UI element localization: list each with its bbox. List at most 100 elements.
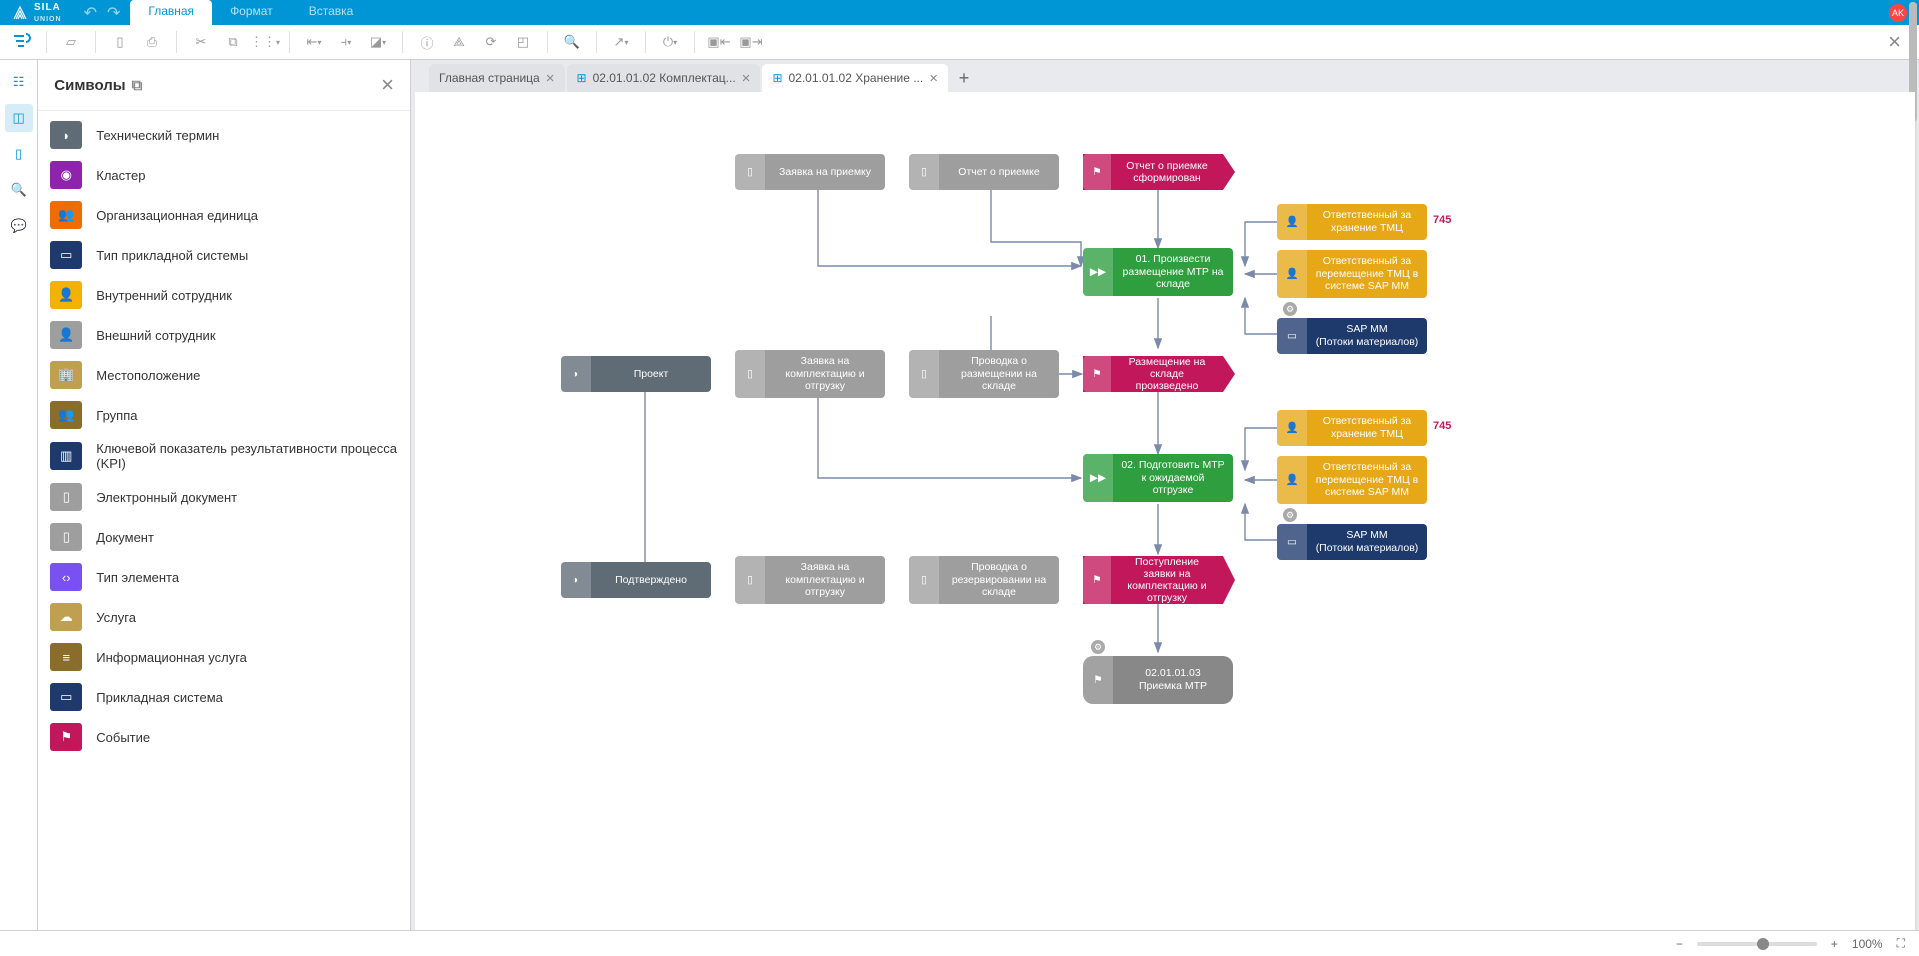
- symbol-glyph-icon: ◗: [50, 121, 82, 149]
- info-icon[interactable]: ⓘ: [413, 28, 441, 56]
- copy-icon[interactable]: ⧉: [219, 28, 247, 56]
- cut-icon[interactable]: ✂: [187, 28, 215, 56]
- page-icon[interactable]: ▯: [106, 28, 134, 56]
- grid-icon[interactable]: ⋮⋮▾: [251, 28, 279, 56]
- symbol-list: ◗Технический термин◉Кластер👥Организацион…: [38, 111, 410, 956]
- symbol-item[interactable]: 👤Внешний сотрудник: [38, 315, 410, 355]
- activity-node[interactable]: ▶▶01. Произвести размещение МТР на склад…: [1083, 248, 1233, 296]
- role-node[interactable]: 👤Ответственный за перемещение ТМЦ в сист…: [1277, 250, 1427, 298]
- doc-node[interactable]: ▯Заявка на приемку: [735, 154, 885, 190]
- activity-node[interactable]: ▶▶02. Подготовить МТР к ожидаемой отгруз…: [1083, 454, 1233, 502]
- symbol-label: Документ: [96, 530, 154, 545]
- symbol-glyph-icon: ▯: [50, 483, 82, 511]
- menu-tab-main[interactable]: Главная: [130, 0, 212, 25]
- term-node[interactable]: ◗Подтверждено: [561, 562, 711, 598]
- symbols-icon[interactable]: ◫: [5, 104, 33, 132]
- doc-icon: ▯: [909, 154, 939, 190]
- symbol-label: Местоположение: [96, 368, 200, 383]
- send-back-icon[interactable]: ◪▾: [364, 28, 392, 56]
- share-icon[interactable]: ↗▾: [607, 28, 635, 56]
- undo-button[interactable]: ↶: [84, 3, 97, 23]
- doc-node[interactable]: ▯Отчет о приемке: [909, 154, 1059, 190]
- sidepanel-close[interactable]: ×: [381, 72, 394, 98]
- menu-tab-format[interactable]: Формат: [212, 0, 291, 25]
- role-node[interactable]: 👤Ответственный за хранение ТМЦ: [1277, 204, 1427, 240]
- symbol-label: Внешний сотрудник: [96, 328, 215, 343]
- close-icon[interactable]: ×: [929, 70, 938, 87]
- doctab-1[interactable]: ⊞ 02.01.01.02 Комплектац... ×: [567, 64, 761, 92]
- symbol-item[interactable]: ▭Прикладная система: [38, 677, 410, 717]
- page-icon[interactable]: ▯: [5, 140, 33, 168]
- symbol-item[interactable]: ≡Информационная услуга: [38, 637, 410, 677]
- symbol-item[interactable]: ▥Ключевой показатель результативности пр…: [38, 435, 410, 477]
- symbol-glyph-icon: ▭: [50, 683, 82, 711]
- symbol-item[interactable]: ‹›Тип элемента: [38, 557, 410, 597]
- comments-icon[interactable]: 💬: [5, 212, 33, 240]
- event-node[interactable]: ⚑Поступление заявки на комплектацию и от…: [1083, 556, 1223, 604]
- symbol-item[interactable]: 👥Организационная единица: [38, 195, 410, 235]
- marker-icon: ⚙: [1283, 302, 1297, 316]
- symbol-item[interactable]: ⚑Событие: [38, 717, 410, 757]
- align-left-icon[interactable]: ⇤▾: [300, 28, 328, 56]
- symbol-item[interactable]: 🏢Местоположение: [38, 355, 410, 395]
- symbol-label: Кластер: [96, 168, 145, 183]
- search-icon[interactable]: 🔍: [558, 28, 586, 56]
- open-icon[interactable]: ▱: [57, 28, 85, 56]
- popout-icon[interactable]: ⧉: [132, 77, 143, 94]
- brand-subtext: UNION: [34, 16, 62, 23]
- close-icon[interactable]: ×: [742, 70, 751, 87]
- user-avatar[interactable]: AK: [1889, 4, 1907, 22]
- ribbon-close[interactable]: ×: [1878, 29, 1911, 55]
- add-tab-button[interactable]: +: [950, 64, 978, 92]
- sendtoback-icon[interactable]: ▣⇤: [705, 28, 733, 56]
- redo-button[interactable]: ↷: [107, 3, 120, 23]
- doc-node[interactable]: ▯Заявка на комплектацию и отгрузку: [735, 350, 885, 398]
- system-node[interactable]: ▭SAP MM (Потоки материалов): [1277, 524, 1427, 560]
- filter-icon[interactable]: [8, 28, 36, 56]
- symbol-item[interactable]: ☁Услуга: [38, 597, 410, 637]
- symbol-item[interactable]: ▯Документ: [38, 517, 410, 557]
- symbol-item[interactable]: ◗Технический термин: [38, 115, 410, 155]
- screen-icon: ▭: [1277, 318, 1307, 354]
- symbol-item[interactable]: ▭Тип прикладной системы: [38, 235, 410, 275]
- event-node[interactable]: ⚑Отчет о приемке сформирован: [1083, 154, 1223, 190]
- align-v-icon[interactable]: ⫞▾: [332, 28, 360, 56]
- select-icon[interactable]: ◰: [509, 28, 537, 56]
- fit-icon[interactable]: ⛶: [1897, 936, 1905, 951]
- symbol-item[interactable]: ▯Электронный документ: [38, 477, 410, 517]
- person-icon: 👤: [1277, 410, 1307, 446]
- event-node[interactable]: ⚑Размещение на складе произведено: [1083, 356, 1223, 392]
- doctab-2[interactable]: ⊞ 02.01.01.02 Хранение ... ×: [762, 64, 948, 92]
- person-icon: 👤: [1277, 456, 1307, 504]
- role-node[interactable]: 👤Ответственный за хранение ТМЦ: [1277, 410, 1427, 446]
- close-icon[interactable]: ×: [546, 70, 555, 87]
- menu-tab-insert[interactable]: Вставка: [291, 0, 372, 25]
- canvas[interactable]: ▯Заявка на приемку ▯Отчет о приемке ⚑Отч…: [415, 92, 1915, 952]
- system-node[interactable]: ▭SAP MM (Потоки материалов): [1277, 318, 1427, 354]
- zoom-out-button[interactable]: −: [1676, 937, 1683, 951]
- tree-icon[interactable]: ☷: [5, 68, 33, 96]
- term-node[interactable]: ◗Проект: [561, 356, 711, 392]
- refresh-icon[interactable]: ⟳: [477, 28, 505, 56]
- search-side-icon[interactable]: 🔍: [5, 176, 33, 204]
- doc-icon: ▯: [735, 350, 765, 398]
- zoom-in-button[interactable]: +: [1831, 937, 1838, 951]
- symbol-glyph-icon: 👤: [50, 281, 82, 309]
- doc-node[interactable]: ▯Заявка на комплектацию и отгрузку: [735, 556, 885, 604]
- symbol-item[interactable]: 👤Внутренний сотрудник: [38, 275, 410, 315]
- symbol-item[interactable]: 👥Группа: [38, 395, 410, 435]
- power-icon[interactable]: ⏻▾: [656, 28, 684, 56]
- zoom-slider[interactable]: [1697, 942, 1817, 946]
- hierarchy-icon[interactable]: ⟁: [445, 28, 473, 56]
- activity-icon: ▶▶: [1083, 248, 1113, 296]
- doc-node[interactable]: ▯Проводка о резервировании на складе: [909, 556, 1059, 604]
- doc-node[interactable]: ▯Проводка о размещении на складе: [909, 350, 1059, 398]
- print-icon[interactable]: ⎙: [138, 28, 166, 56]
- process-link-node[interactable]: ⚑02.01.01.03 Приемка МТР: [1083, 656, 1233, 704]
- bringtofront-icon[interactable]: ▣⇥: [737, 28, 765, 56]
- role-node[interactable]: 👤Ответственный за перемещение ТМЦ в сист…: [1277, 456, 1427, 504]
- symbol-item[interactable]: ◉Кластер: [38, 155, 410, 195]
- doctab-home[interactable]: Главная страница ×: [429, 64, 565, 92]
- flag-icon: ⚑: [1083, 656, 1113, 704]
- main-area: ☷ ◫ ▯ 🔍 💬 Символы ⧉ × ◗Технический терми…: [0, 60, 1919, 956]
